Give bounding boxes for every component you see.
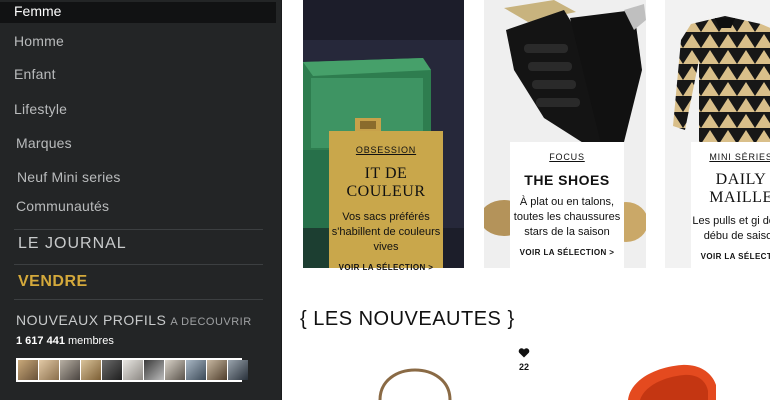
new-profiles-title: NOUVEAUX PROFILS <box>16 312 167 328</box>
nav-item-neuf-mini-series[interactable]: Neuf Mini series <box>17 169 121 185</box>
card-obsession[interactable]: OBSESSION IT DE COULEUR Vos sacs préféré… <box>329 131 443 272</box>
card-description: À plat ou en talons, toutes les chaussur… <box>513 196 621 238</box>
nav-item-vendre[interactable]: VENDRE <box>18 273 88 291</box>
nav-item-enfant[interactable]: Enfant <box>14 66 56 82</box>
new-profiles-heading[interactable]: NOUVEAUX PROFILS A DECOUVRIR <box>16 312 252 328</box>
divider <box>14 229 263 230</box>
avatar[interactable] <box>81 360 101 380</box>
card-description: Les pulls et gi de ce débu de saison <box>692 215 770 242</box>
avatar[interactable] <box>186 360 206 380</box>
card-title: DAILY MAILLE <box>709 171 770 206</box>
voir-selection-link[interactable]: VOIR LA SÉLECTIO <box>691 252 770 261</box>
nav-item-homme[interactable]: Homme <box>14 33 64 49</box>
handbag-product-image[interactable] <box>370 355 460 400</box>
like-count: 22 <box>518 362 529 372</box>
nav-item-lifestyle[interactable]: Lifestyle <box>14 101 67 117</box>
divider <box>14 299 263 300</box>
members-number: 1 617 441 <box>16 335 65 347</box>
members-count: 1 617 441 membres <box>16 335 114 347</box>
nav-item-marques[interactable]: Marques <box>16 135 72 151</box>
section-title-nouveautes: { LES NOUVEAUTES } <box>300 308 515 330</box>
avatar[interactable] <box>18 360 38 380</box>
avatar[interactable] <box>102 360 122 380</box>
avatar[interactable] <box>60 360 80 380</box>
heart-icon <box>518 348 530 358</box>
avatar[interactable] <box>144 360 164 380</box>
like-counter[interactable]: 22 <box>516 345 532 372</box>
card-title: IT DE COULEUR <box>346 165 426 200</box>
divider <box>14 264 263 265</box>
nav-item-femme-label: Femme <box>14 3 62 19</box>
new-profiles-subtitle: A DECOUVRIR <box>170 316 252 328</box>
avatar[interactable] <box>228 360 248 380</box>
nav-item-femme[interactable]: Femme <box>0 2 276 23</box>
avatar[interactable] <box>207 360 227 380</box>
voir-selection-link[interactable]: VOIR LA SÉLECTION > <box>510 248 624 257</box>
card-kicker: MINI SÉRIES <box>709 152 770 162</box>
members-label: membres <box>68 335 114 347</box>
profile-avatar-strip <box>16 358 248 382</box>
card-mini-series[interactable]: MINI SÉRIES DAILY MAILLE Les pulls et gi… <box>691 142 770 268</box>
card-description: Vos sacs préférés s'habillent de couleur… <box>331 211 441 253</box>
sidebar: Femme Homme Enfant Lifestyle Marques Neu… <box>0 0 282 400</box>
nav-item-communautes[interactable]: Communautés <box>16 198 109 214</box>
avatar[interactable] <box>123 360 143 380</box>
avatar[interactable] <box>39 360 59 380</box>
nav-item-journal[interactable]: LE JOURNAL <box>18 235 127 253</box>
red-shoe-product-image[interactable] <box>610 355 720 400</box>
card-kicker: FOCUS <box>549 152 585 162</box>
avatar[interactable] <box>165 360 185 380</box>
card-title: THE SHOES <box>524 172 610 188</box>
voir-selection-link[interactable]: VOIR LA SÉLECTION > <box>329 263 443 272</box>
card-focus[interactable]: FOCUS THE SHOES À plat ou en talons, tou… <box>510 142 624 268</box>
card-kicker: OBSESSION <box>355 145 417 155</box>
